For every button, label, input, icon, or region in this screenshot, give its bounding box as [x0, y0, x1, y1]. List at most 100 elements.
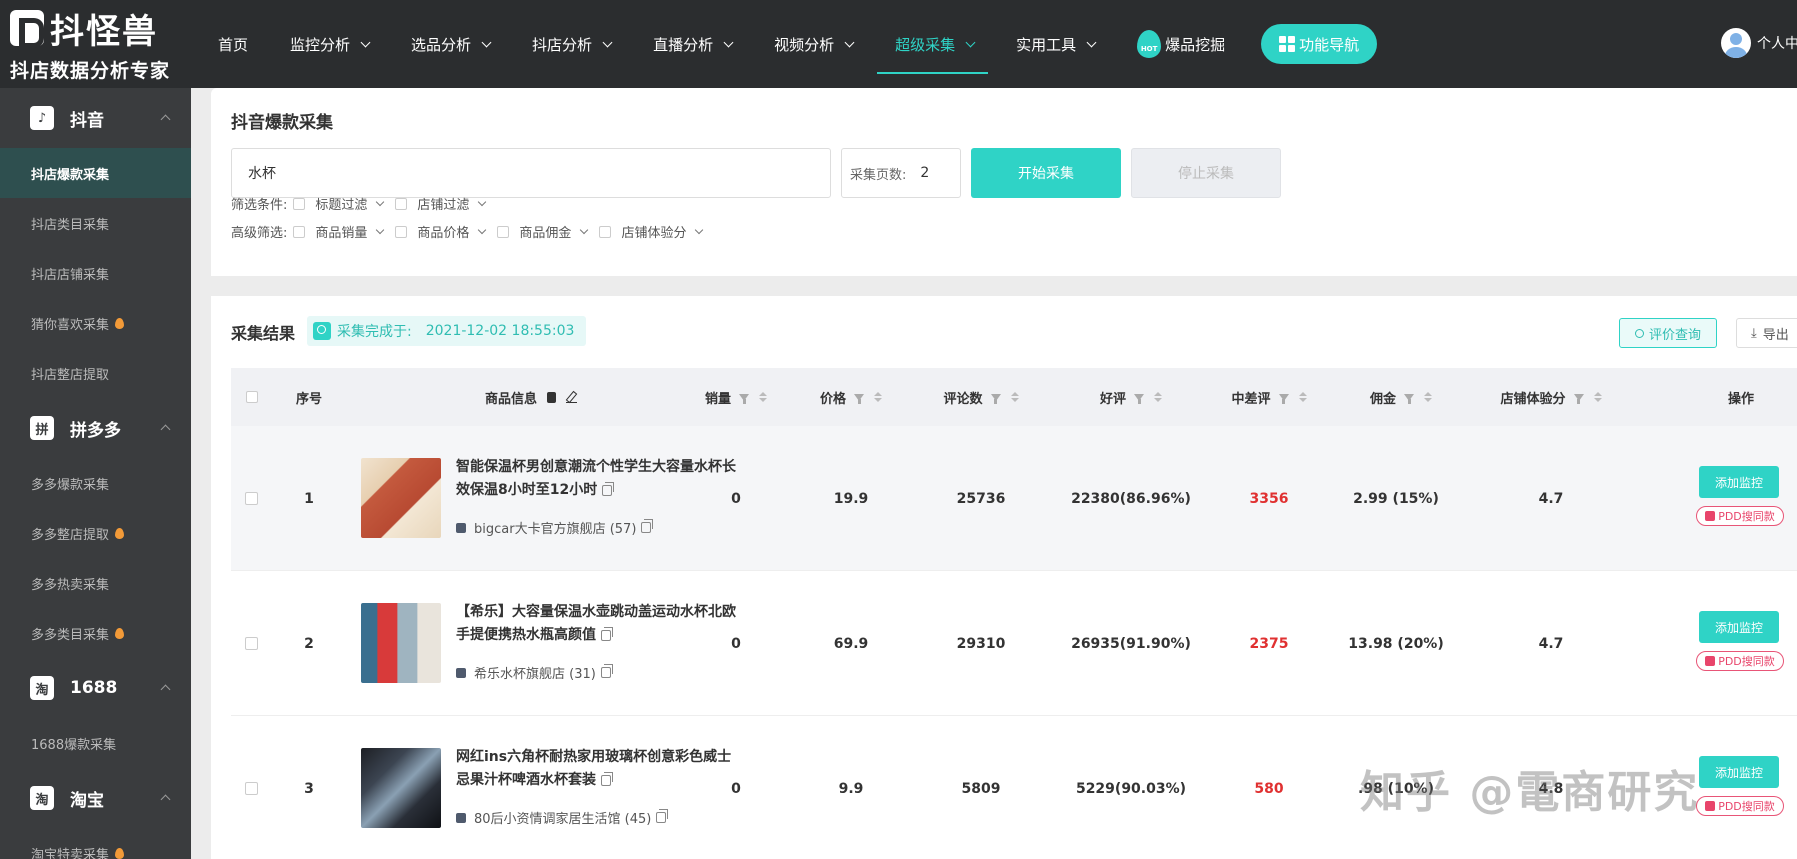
shop-link[interactable]: 80后小资情调家居生活馆 (45) — [456, 808, 669, 827]
sidebar-group-2[interactable]: 淘 1688 — [0, 658, 191, 718]
filter-icon[interactable] — [854, 393, 864, 404]
filter-option[interactable]: 商品佣金 — [497, 222, 589, 241]
copy-icon[interactable] — [600, 664, 613, 678]
nav-item-1[interactable]: 监控分析 — [290, 0, 371, 88]
copy-icon[interactable] — [602, 481, 615, 496]
sidebar-item[interactable]: 抖店店铺采集 — [0, 248, 191, 298]
chevron-down-icon[interactable] — [695, 225, 704, 234]
filter-option[interactable]: 店铺体验分 — [599, 222, 704, 241]
row-checkbox[interactable] — [245, 492, 258, 505]
sidebar-item[interactable]: 抖店爆款采集 — [0, 148, 191, 198]
col-sales[interactable]: 销量 — [681, 368, 791, 426]
sidebar-item[interactable]: 1688爆款采集 — [0, 718, 191, 768]
table-row[interactable]: 2 0 69.9 29310 26935(91.90%) 2375 13.98 (20%) 4… — [231, 571, 1797, 716]
col-commission[interactable]: 佣金 — [1341, 368, 1461, 426]
brand-logo[interactable]: 抖怪兽 抖店数据分析专家 — [10, 8, 170, 82]
col-bad[interactable]: 中差评 — [1199, 368, 1339, 426]
product-thumbnail[interactable] — [361, 458, 441, 538]
nav-hot-products[interactable]: HOT 爆品挖掘 — [1137, 30, 1225, 58]
sidebar-item[interactable]: 抖店整店提取 — [0, 348, 191, 398]
col-score[interactable]: 店铺体验分 — [1461, 368, 1641, 426]
pdd-search-button[interactable]: PDD搜同款 — [1696, 506, 1784, 526]
shop-link[interactable]: 希乐水杯旗舰店 (31) — [456, 663, 613, 682]
nav-item-2[interactable]: 选品分析 — [411, 0, 492, 88]
sidebar-group-0[interactable]: ♪ 抖音 — [0, 88, 191, 148]
chevron-down-icon[interactable] — [478, 197, 487, 206]
copy-icon[interactable] — [601, 626, 613, 641]
copy-icon[interactable] — [641, 519, 654, 533]
product-thumbnail[interactable] — [361, 748, 441, 828]
filter-icon[interactable] — [1404, 393, 1414, 404]
sidebar-item[interactable]: 多多类目采集 — [0, 608, 191, 658]
filter-icon[interactable] — [739, 393, 749, 404]
sidebar-item[interactable]: 猜你喜欢采集 — [0, 298, 191, 348]
sort-icon[interactable] — [1593, 392, 1602, 402]
col-good[interactable]: 好评 — [1061, 368, 1201, 426]
sidebar-item[interactable]: 抖店类目采集 — [0, 198, 191, 248]
filter-checkbox[interactable] — [293, 197, 306, 210]
nav-item-4[interactable]: 直播分析 — [653, 0, 734, 88]
row-checkbox[interactable] — [245, 637, 258, 650]
sidebar-item[interactable]: 多多热卖采集 — [0, 558, 191, 608]
chevron-down-icon[interactable] — [580, 225, 589, 234]
filter-option[interactable]: 店铺过滤 — [395, 194, 487, 213]
function-nav-button[interactable]: 功能导航 — [1261, 24, 1378, 64]
filter-checkbox[interactable] — [497, 225, 510, 238]
product-thumbnail[interactable] — [361, 603, 441, 683]
row-checkbox[interactable] — [245, 782, 258, 795]
nav-item-3[interactable]: 抖店分析 — [532, 0, 613, 88]
filter-checkbox[interactable] — [599, 225, 612, 238]
pdd-search-button[interactable]: PDD搜同款 — [1696, 651, 1784, 671]
sidebar-item[interactable]: 淘宝特卖采集 — [0, 828, 191, 859]
filter-icon[interactable] — [1278, 393, 1289, 404]
sort-icon[interactable] — [759, 392, 767, 402]
filter-option[interactable]: 商品价格 — [395, 222, 487, 241]
review-query-button[interactable]: 评价查询 — [1619, 318, 1717, 348]
export-button[interactable]: ⤓ 导出 — [1736, 318, 1797, 348]
pdd-search-button[interactable]: PDD搜同款 — [1696, 796, 1784, 816]
product-name[interactable]: 网红ins六角杯耐热家用玻璃杯创意彩色威士忌果汁杯啤酒水杯套装 — [456, 746, 736, 792]
table-row[interactable]: 1 0 19.9 25736 22380(86.96%) 3356 2.99 (15%) 4.… — [231, 426, 1797, 571]
filter-checkbox[interactable] — [395, 225, 408, 238]
add-monitor-button[interactable]: 添加监控 — [1699, 756, 1779, 788]
stop-collect-button[interactable]: 停止采集 — [1131, 148, 1281, 198]
filter-icon[interactable] — [1573, 393, 1584, 404]
product-name[interactable]: 【希乐】大容量保温水壶跳动盖运动水杯北欧手提便携热水瓶高颜值 — [456, 601, 736, 647]
sidebar-item[interactable]: 多多爆款采集 — [0, 458, 191, 508]
chevron-down-icon[interactable] — [478, 225, 487, 234]
filter-icon[interactable] — [1134, 393, 1144, 404]
chevron-down-icon[interactable] — [376, 197, 385, 206]
chevron-down-icon[interactable] — [376, 225, 385, 234]
sidebar-group-3[interactable]: 淘淘宝 — [0, 768, 191, 828]
col-price[interactable]: 价格 — [796, 368, 906, 426]
pages-field[interactable]: 采集页数: 2 — [841, 148, 961, 198]
copy-icon[interactable] — [656, 809, 669, 823]
edit-icon[interactable] — [566, 392, 577, 403]
start-collect-button[interactable]: 开始采集 — [971, 148, 1121, 198]
product-name[interactable]: 智能保温杯男创意潮流个性学生大容量水杯长效保温8小时至12小时 — [456, 456, 736, 502]
shop-link[interactable]: bigcar大卡官方旗舰店 (57) — [456, 518, 654, 537]
sidebar-group-1[interactable]: 拼拼多多 — [0, 398, 191, 458]
select-all-checkbox[interactable] — [245, 368, 259, 426]
col-comments[interactable]: 评论数 — [911, 368, 1051, 426]
sort-icon[interactable] — [1298, 392, 1307, 402]
filter-icon[interactable] — [990, 393, 1001, 404]
nav-item-7[interactable]: 实用工具 — [1016, 0, 1097, 88]
sort-icon[interactable] — [1154, 392, 1162, 402]
copy-icon[interactable] — [601, 771, 613, 786]
filter-option[interactable]: 标题过滤 — [293, 194, 385, 213]
sort-icon[interactable] — [874, 392, 882, 402]
shirt-icon[interactable] — [547, 391, 556, 403]
filter-checkbox[interactable] — [395, 197, 408, 210]
keyword-input[interactable] — [231, 148, 831, 198]
user-menu[interactable]: 个人中 — [1721, 28, 1797, 58]
nav-item-5[interactable]: 视频分析 — [774, 0, 855, 88]
sort-icon[interactable] — [1424, 392, 1432, 402]
nav-item-6[interactable]: 超级采集 — [877, 0, 989, 88]
add-monitor-button[interactable]: 添加监控 — [1699, 466, 1779, 498]
nav-item-0[interactable]: 首页 — [218, 0, 248, 88]
sort-icon[interactable] — [1010, 392, 1019, 402]
filter-checkbox[interactable] — [293, 225, 306, 238]
filter-option[interactable]: 商品销量 — [293, 222, 385, 241]
sidebar-item[interactable]: 多多整店提取 — [0, 508, 191, 558]
